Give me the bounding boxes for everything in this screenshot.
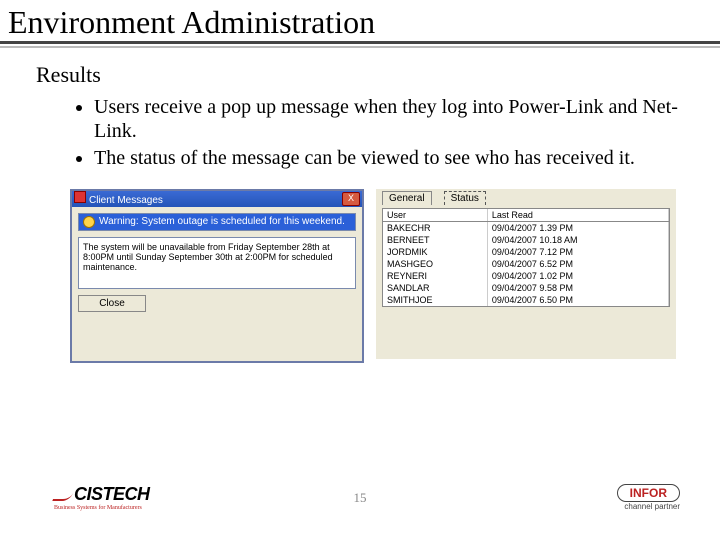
cell-time: 09/04/2007 1.39 PM xyxy=(487,221,668,234)
footer: CISTECH Business Systems for Manufacture… xyxy=(0,484,720,524)
cell-time: 09/04/2007 6.52 PM xyxy=(487,258,668,270)
table-row: BERNEET09/04/2007 10.18 AM xyxy=(383,234,669,246)
bullet-item: Users receive a pop up message when they… xyxy=(94,96,680,143)
warning-icon xyxy=(83,216,95,228)
slide-title: Environment Administration xyxy=(0,0,720,41)
cell-time: 09/04/2007 1.02 PM xyxy=(487,270,668,282)
message-body: The system will be unavailable from Frid… xyxy=(78,237,356,289)
cell-user: BERNEET xyxy=(383,234,487,246)
dialog-title: Client Messages xyxy=(89,195,163,206)
channel-partner-label: channel partner xyxy=(617,502,680,511)
table-row: BAKECHR09/04/2007 1.39 PM xyxy=(383,221,669,234)
bullet-list: Users receive a pop up message when they… xyxy=(0,96,720,171)
section-heading: Results xyxy=(0,62,720,88)
client-messages-dialog: Client Messages X Warning: System outage… xyxy=(70,189,364,363)
cell-user: SMITHJOE xyxy=(383,294,487,306)
cistech-tagline: Business Systems for Manufacturers xyxy=(54,505,150,511)
table-row: REYNERI09/04/2007 1.02 PM xyxy=(383,270,669,282)
infor-wordmark: INFOR xyxy=(617,484,680,502)
message-row-selected[interactable]: Warning: System outage is scheduled for … xyxy=(79,214,355,230)
table-row: SMITHJOE09/04/2007 6.50 PM xyxy=(383,294,669,306)
app-icon xyxy=(74,191,86,203)
infor-logo: INFOR channel partner xyxy=(617,484,680,511)
swoosh-icon xyxy=(52,491,74,501)
tab-general[interactable]: General xyxy=(382,191,432,205)
table-row: JORDMIK09/04/2007 7.12 PM xyxy=(383,246,669,258)
title-rule xyxy=(0,41,720,44)
table-row: MASHGEO09/04/2007 6.52 PM xyxy=(383,258,669,270)
message-list[interactable]: Warning: System outage is scheduled for … xyxy=(78,213,356,231)
status-grid: User Last Read BAKECHR09/04/2007 1.39 PM… xyxy=(382,208,670,307)
tab-strip: General Status xyxy=(376,189,676,205)
cell-user: REYNERI xyxy=(383,270,487,282)
close-button[interactable]: Close xyxy=(78,295,146,312)
cell-time: 09/04/2007 10.18 AM xyxy=(487,234,668,246)
close-icon[interactable]: X xyxy=(342,192,360,206)
message-subject: Warning: System outage is scheduled for … xyxy=(99,216,345,227)
cell-user: JORDMIK xyxy=(383,246,487,258)
title-subrule xyxy=(0,46,720,48)
cell-time: 09/04/2007 7.12 PM xyxy=(487,246,668,258)
col-lastread: Last Read xyxy=(487,209,668,222)
cell-time: 09/04/2007 6.50 PM xyxy=(487,294,668,306)
cell-user: BAKECHR xyxy=(383,221,487,234)
cell-user: MASHGEO xyxy=(383,258,487,270)
cell-time: 09/04/2007 9.58 PM xyxy=(487,282,668,294)
table-row: SANDLAR09/04/2007 9.58 PM xyxy=(383,282,669,294)
bullet-item: The status of the message can be viewed … xyxy=(94,147,680,171)
cell-user: SANDLAR xyxy=(383,282,487,294)
status-panel: General Status User Last Read BAKECHR09/… xyxy=(376,189,676,359)
col-user: User xyxy=(383,209,487,222)
tab-status[interactable]: Status xyxy=(444,191,486,205)
cistech-wordmark: CISTECH xyxy=(74,484,150,504)
table-header: User Last Read xyxy=(383,209,669,222)
cistech-logo: CISTECH Business Systems for Manufacture… xyxy=(54,484,150,511)
page-number: 15 xyxy=(354,490,367,506)
dialog-titlebar: Client Messages X xyxy=(72,191,362,207)
